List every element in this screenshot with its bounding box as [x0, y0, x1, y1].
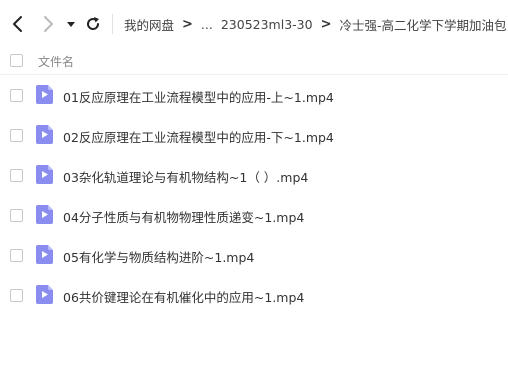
file-name[interactable]: 02反应原理在工业流程模型中的应用-下~1.mp4 — [63, 127, 334, 146]
file-name[interactable]: 04分子性质与有机物物理性质递变~1.mp4 — [63, 207, 304, 226]
video-file-icon — [36, 245, 53, 264]
breadcrumb-item-root[interactable]: 我的网盘 — [124, 15, 174, 34]
video-file-icon — [36, 205, 53, 224]
row-checkbox[interactable] — [10, 89, 23, 102]
list-item[interactable]: 03杂化轨道理论与有机物结构~1（ ）.mp4 — [0, 155, 508, 195]
list-item[interactable]: 05有化学与物质结构进阶~1.mp4 — [0, 235, 508, 275]
video-file-icon — [36, 85, 53, 104]
breadcrumb-item-current[interactable]: 冷士强-高二化学下学期加油包（ ） — [340, 15, 508, 34]
breadcrumb-item-ellipsis[interactable]: ... — [201, 17, 213, 32]
breadcrumb-separator-icon: > — [182, 16, 193, 32]
file-name[interactable]: 06共价键理论在有机催化中的应用~1.mp4 — [63, 287, 304, 306]
breadcrumb-item-folder[interactable]: 230523ml3-30 — [221, 17, 313, 32]
list-item[interactable]: 04分子性质与有机物物理性质递变~1.mp4 — [0, 195, 508, 235]
video-file-icon — [36, 165, 53, 184]
row-checkbox[interactable] — [10, 129, 23, 142]
refresh-icon[interactable] — [84, 14, 102, 34]
video-file-icon — [36, 125, 53, 144]
arrow-right-icon[interactable] — [38, 14, 58, 34]
file-name[interactable]: 03杂化轨道理论与有机物结构~1（ ）.mp4 — [63, 167, 308, 186]
video-file-icon — [36, 285, 53, 304]
caret-down-icon[interactable] — [64, 16, 78, 32]
row-checkbox[interactable] — [10, 209, 23, 222]
list-item[interactable]: 01反应原理在工业流程模型中的应用-上~1.mp4 — [0, 75, 508, 115]
list-item[interactable]: 02反应原理在工业流程模型中的应用-下~1.mp4 — [0, 115, 508, 155]
column-header-filename[interactable]: 文件名 — [38, 53, 74, 70]
toolbar: 我的网盘 > ... 230523ml3-30 > 冷士强-高二化学下学期加油包… — [0, 0, 508, 48]
arrow-left-icon[interactable] — [8, 14, 28, 34]
row-checkbox[interactable] — [10, 249, 23, 262]
file-name[interactable]: 01反应原理在工业流程模型中的应用-上~1.mp4 — [63, 87, 334, 106]
file-name[interactable]: 05有化学与物质结构进阶~1.mp4 — [63, 247, 254, 266]
breadcrumb-separator-icon: > — [320, 16, 332, 32]
select-all-checkbox[interactable] — [10, 54, 23, 67]
file-browser: 我的网盘 > ... 230523ml3-30 > 冷士强-高二化学下学期加油包… — [0, 0, 508, 385]
row-checkbox[interactable] — [10, 169, 23, 182]
list-header: 文件名 — [0, 48, 508, 75]
toolbar-divider — [112, 14, 113, 34]
row-checkbox[interactable] — [10, 289, 23, 302]
list-item[interactable]: 06共价键理论在有机催化中的应用~1.mp4 — [0, 275, 508, 315]
breadcrumb: 我的网盘 > ... 230523ml3-30 > 冷士强-高二化学下学期加油包… — [124, 14, 508, 34]
